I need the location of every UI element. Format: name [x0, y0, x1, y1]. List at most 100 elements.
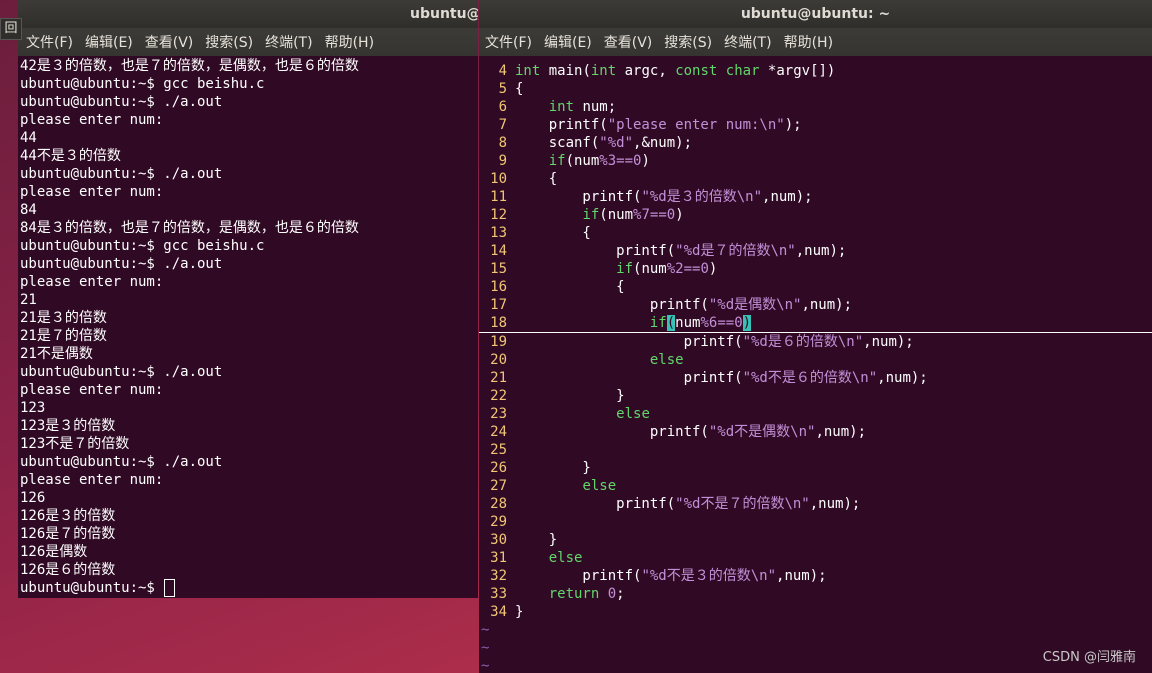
left-menu-item[interactable]: 文件(F) — [26, 32, 73, 52]
line-number: 10 — [490, 171, 507, 187]
code-line[interactable]: 20 else — [479, 351, 1152, 369]
left-terminal-output[interactable]: 42是３的倍数，也是７的倍数，是偶数，也是６的倍数 ubuntu@ubuntu:~… — [20, 57, 359, 597]
code-line[interactable]: 19 printf("%d是６的倍数\n",num); — [479, 333, 1152, 351]
line-number: 26 — [490, 460, 507, 476]
line-number: 16 — [490, 279, 507, 295]
left-menubar: 文件(F) 编辑(E) 查看(V) 搜索(S) 终端(T) 帮助(H) — [18, 28, 478, 56]
code-line[interactable]: 32 printf("%d不是３的倍数\n",num); — [479, 567, 1152, 585]
code-line[interactable]: 21 printf("%d不是６的倍数\n",num); — [479, 369, 1152, 387]
terminal-line: 21不是偶数 — [20, 346, 93, 362]
code-line[interactable]: 17 printf("%d是偶数\n",num); — [479, 296, 1152, 314]
terminal-line: 44 — [20, 130, 37, 146]
code-line[interactable]: 13 { — [479, 224, 1152, 242]
terminal-line: ubuntu@ubuntu:~$ ./a.out — [20, 364, 223, 380]
terminal-line: 21是７的倍数 — [20, 328, 107, 344]
restore-window-button[interactable]: 回 — [0, 18, 22, 40]
code-line[interactable]: 33 return 0; — [479, 585, 1152, 603]
terminal-line: 42是３的倍数，也是７的倍数，是偶数，也是６的倍数 — [20, 58, 359, 74]
terminal-line: 21是３的倍数 — [20, 310, 107, 326]
line-number: 34 — [490, 604, 507, 620]
code-line[interactable]: 6 int num; — [479, 98, 1152, 116]
code-line[interactable]: 25 — [479, 441, 1152, 459]
code-line[interactable]: 24 printf("%d不是偶数\n",num); — [479, 423, 1152, 441]
code-line[interactable]: 5{ — [479, 80, 1152, 98]
line-number: 25 — [490, 442, 507, 458]
line-number: 6 — [498, 99, 507, 115]
code-line[interactable]: 29 — [479, 513, 1152, 531]
terminal-line: 84 — [20, 202, 37, 218]
line-number: 23 — [490, 406, 507, 422]
code-text: } — [515, 388, 625, 404]
line-number: 14 — [490, 243, 507, 259]
code-line[interactable]: 26 } — [479, 459, 1152, 477]
right-menu-item[interactable]: 查看(V) — [604, 32, 653, 52]
right-terminal-window[interactable]: ubuntu@ubuntu: ~ 文件(F) 编辑(E) 查看(V) 搜索(S) 终端(… — [479, 0, 1152, 673]
line-number: 30 — [490, 532, 507, 548]
left-menu-item[interactable]: 查看(V) — [145, 32, 194, 52]
code-line[interactable]: 31 else — [479, 549, 1152, 567]
code-text: if(num%7==0) — [582, 207, 684, 223]
code-text: if(num%3==0) — [548, 153, 650, 169]
terminal-line: please enter num: — [20, 112, 164, 128]
terminal-line: please enter num: — [20, 472, 164, 488]
terminal-line: 44不是３的倍数 — [20, 148, 121, 164]
code-line[interactable]: 34} — [479, 603, 1152, 621]
right-menu-item[interactable]: 帮助(H) — [784, 32, 833, 52]
line-number: 13 — [490, 225, 507, 241]
left-terminal-window[interactable]: ubuntu@ 文件(F) 编辑(E) 查看(V) 搜索(S) 终端(T) 帮助(H) 4… — [18, 0, 478, 598]
terminal-line: 126是６的倍数 — [20, 562, 116, 578]
right-window-titlebar[interactable]: ubuntu@ubuntu: ~ — [479, 0, 1152, 28]
empty-buffer-tilde: ~ — [481, 622, 490, 638]
line-number: 4 — [498, 63, 507, 79]
terminal-line: please enter num: — [20, 184, 164, 200]
line-number: 29 — [490, 514, 507, 530]
line-number: 32 — [490, 568, 507, 584]
left-menu-item[interactable]: 编辑(E) — [85, 32, 133, 52]
line-number: 8 — [498, 135, 507, 151]
terminal-line: 84是３的倍数，也是７的倍数，是偶数，也是６的倍数 — [20, 220, 359, 236]
code-text: else — [649, 352, 684, 368]
line-number: 24 — [490, 424, 507, 440]
code-line[interactable]: 7 printf("please enter num:\n"); — [479, 116, 1152, 134]
code-line[interactable]: 16 { — [479, 278, 1152, 296]
code-line[interactable]: 27 else — [479, 477, 1152, 495]
left-window-titlebar[interactable]: ubuntu@ — [18, 0, 478, 28]
code-line[interactable]: 15 if(num%2==0) — [479, 260, 1152, 278]
code-line[interactable]: 28 printf("%d不是７的倍数\n",num); — [479, 495, 1152, 513]
code-line[interactable]: 18 if(num%6==0) — [479, 314, 1152, 333]
code-line[interactable]: 8 scanf("%d",&num); — [479, 134, 1152, 152]
left-menu-item[interactable]: 终端(T) — [265, 32, 312, 52]
code-line[interactable]: 11 printf("%d是３的倍数\n",num); — [479, 188, 1152, 206]
left-window-title: ubuntu@ — [410, 6, 478, 22]
code-line[interactable]: 4 int main(int argc, const char *argv[]) — [479, 62, 1152, 80]
terminal-line: ubuntu@ubuntu:~$ ./a.out — [20, 256, 223, 272]
line-number: 21 — [490, 370, 507, 386]
left-menu-item[interactable]: 搜索(S) — [205, 32, 253, 52]
right-menu-item[interactable]: 文件(F) — [485, 32, 532, 52]
code-line[interactable]: 10 { — [479, 170, 1152, 188]
code-text: } — [515, 532, 558, 548]
line-number: 12 — [490, 207, 507, 223]
terminal-line: ubuntu@ubuntu:~$ ./a.out — [20, 94, 223, 110]
line-number: 28 — [490, 496, 507, 512]
code-text: if(num%2==0) — [616, 261, 718, 277]
code-line[interactable]: 9 if(num%3==0) — [479, 152, 1152, 170]
line-number: 22 — [490, 388, 507, 404]
code-line[interactable]: 12 if(num%7==0) — [479, 206, 1152, 224]
right-menu-item[interactable]: 终端(T) — [724, 32, 771, 52]
code-text: } — [515, 460, 591, 476]
left-menu-item[interactable]: 帮助(H) — [325, 32, 374, 52]
right-menu-item[interactable]: 编辑(E) — [544, 32, 592, 52]
right-menu-item[interactable]: 搜索(S) — [664, 32, 712, 52]
code-line[interactable]: 30 } — [479, 531, 1152, 549]
right-window-title: ubuntu@ubuntu: ~ — [740, 6, 891, 22]
code-line[interactable]: 23 else — [479, 405, 1152, 423]
vim-editor[interactable]: 4 int main(int argc, const char *argv[]) 5… — [479, 62, 1152, 673]
code-text: { — [515, 279, 625, 295]
terminal-prompt-line[interactable]: ubuntu@ubuntu:~$ — [20, 579, 359, 597]
line-number: 17 — [490, 297, 507, 313]
code-text: return 0; — [548, 586, 625, 602]
code-line[interactable]: 22 } — [479, 387, 1152, 405]
code-line[interactable]: 14 printf("%d是７的倍数\n",num); — [479, 242, 1152, 260]
terminal-line: 123 — [20, 400, 46, 416]
